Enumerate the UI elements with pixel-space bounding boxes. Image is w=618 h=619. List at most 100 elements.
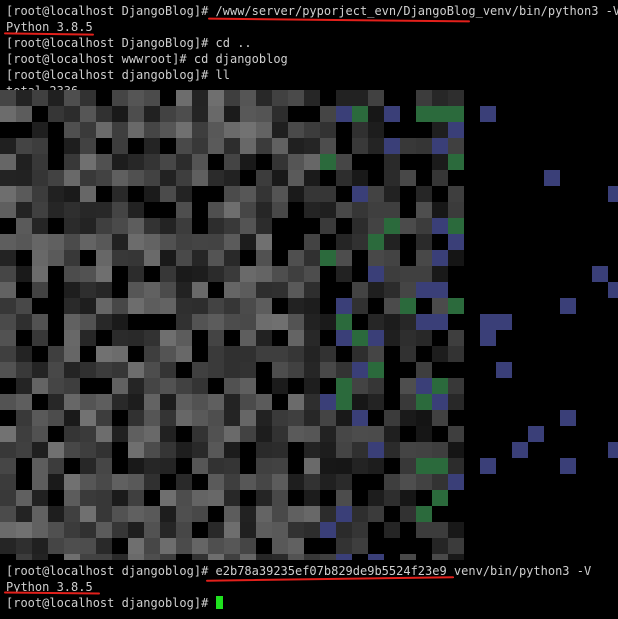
mosaic-block xyxy=(272,122,288,138)
mosaic-block xyxy=(160,154,176,170)
mosaic-block xyxy=(208,330,224,346)
mosaic-block xyxy=(80,122,96,138)
mosaic-block xyxy=(192,234,208,250)
mosaic-block xyxy=(320,538,336,554)
mosaic-block xyxy=(368,538,384,554)
mosaic-block xyxy=(256,250,272,266)
mosaic-block xyxy=(80,250,96,266)
terminal-line-9[interactable]: [root@localhost djangoblog]# xyxy=(6,595,223,611)
mosaic-block xyxy=(176,458,192,474)
mosaic-block xyxy=(320,522,336,538)
mosaic-block xyxy=(240,538,256,554)
mosaic-block xyxy=(176,266,192,282)
mosaic-block xyxy=(112,458,128,474)
mosaic-block xyxy=(64,282,80,298)
mosaic-block xyxy=(80,538,96,554)
mosaic-block xyxy=(144,218,160,234)
mosaic-block xyxy=(128,490,144,506)
mosaic-block xyxy=(288,506,304,522)
mosaic-block xyxy=(160,106,176,122)
mosaic-block xyxy=(176,250,192,266)
mosaic-block xyxy=(0,154,16,170)
mosaic-block xyxy=(32,346,48,362)
mosaic-block xyxy=(368,554,384,560)
mosaic-block xyxy=(16,426,32,442)
mosaic-block xyxy=(208,506,224,522)
mosaic-block xyxy=(432,90,448,106)
mosaic-block xyxy=(192,154,208,170)
mosaic-block xyxy=(448,330,464,346)
terminal-window[interactable]: [root@localhost DjangoBlog]# /www/server… xyxy=(0,0,618,619)
mosaic-block xyxy=(336,330,352,346)
mosaic-block xyxy=(176,362,192,378)
mosaic-block xyxy=(128,186,144,202)
mosaic-block xyxy=(112,522,128,538)
mosaic-block xyxy=(336,282,352,298)
mosaic-block xyxy=(96,506,112,522)
mosaic-block xyxy=(128,282,144,298)
mosaic-block xyxy=(320,170,336,186)
mosaic-block xyxy=(432,378,448,394)
mosaic-block xyxy=(448,154,464,170)
mosaic-block xyxy=(416,218,432,234)
mosaic-block xyxy=(32,330,48,346)
mosaic-block xyxy=(368,266,384,282)
mosaic-block xyxy=(352,154,368,170)
mosaic-block xyxy=(272,554,288,560)
mosaic-block xyxy=(48,138,64,154)
mosaic-block xyxy=(336,170,352,186)
mosaic-block xyxy=(272,154,288,170)
mosaic-block xyxy=(256,522,272,538)
mosaic-block xyxy=(272,506,288,522)
mosaic-block xyxy=(384,426,400,442)
mosaic-block xyxy=(240,218,256,234)
mosaic-block xyxy=(48,282,64,298)
mosaic-block xyxy=(80,554,96,560)
mosaic-block xyxy=(96,394,112,410)
mosaic-block xyxy=(448,186,464,202)
mosaic-block xyxy=(448,362,464,378)
mosaic-block xyxy=(0,282,16,298)
mosaic-block xyxy=(192,346,208,362)
mosaic-block xyxy=(112,266,128,282)
mosaic-block xyxy=(16,106,32,122)
mosaic-block xyxy=(96,266,112,282)
mosaic-block xyxy=(384,506,400,522)
mosaic-block xyxy=(240,122,256,138)
mosaic-block xyxy=(0,90,16,106)
mosaic-block xyxy=(448,426,464,442)
mosaic-block xyxy=(80,314,96,330)
mosaic-block xyxy=(32,186,48,202)
mosaic-block xyxy=(272,394,288,410)
mosaic-block xyxy=(80,298,96,314)
mosaic-block xyxy=(80,522,96,538)
mosaic-block xyxy=(448,442,464,458)
mosaic-block xyxy=(432,234,448,250)
mosaic-block xyxy=(304,298,320,314)
mosaic-block xyxy=(48,554,64,560)
mosaic-block xyxy=(272,426,288,442)
mosaic-block xyxy=(400,106,416,122)
mosaic-block xyxy=(336,250,352,266)
mosaic-block xyxy=(144,426,160,442)
mosaic-block xyxy=(240,458,256,474)
mosaic-block xyxy=(144,362,160,378)
mosaic-block xyxy=(288,426,304,442)
mosaic-block xyxy=(336,362,352,378)
mosaic-block xyxy=(352,282,368,298)
mosaic-block xyxy=(304,266,320,282)
command-text: /www/server/pyporject_evn/DjangoBlog_ven… xyxy=(215,4,618,18)
mosaic-block xyxy=(144,554,160,560)
mosaic-block xyxy=(240,186,256,202)
mosaic-block xyxy=(16,202,32,218)
command-text: cd djangoblog xyxy=(193,52,288,66)
mosaic-block xyxy=(80,90,96,106)
mosaic-block xyxy=(304,538,320,554)
mosaic-block xyxy=(304,330,320,346)
mosaic-block xyxy=(128,138,144,154)
mosaic-block xyxy=(112,394,128,410)
mosaic-block xyxy=(16,522,32,538)
mosaic-block xyxy=(0,490,16,506)
mosaic-block xyxy=(48,266,64,282)
mosaic-block xyxy=(112,154,128,170)
